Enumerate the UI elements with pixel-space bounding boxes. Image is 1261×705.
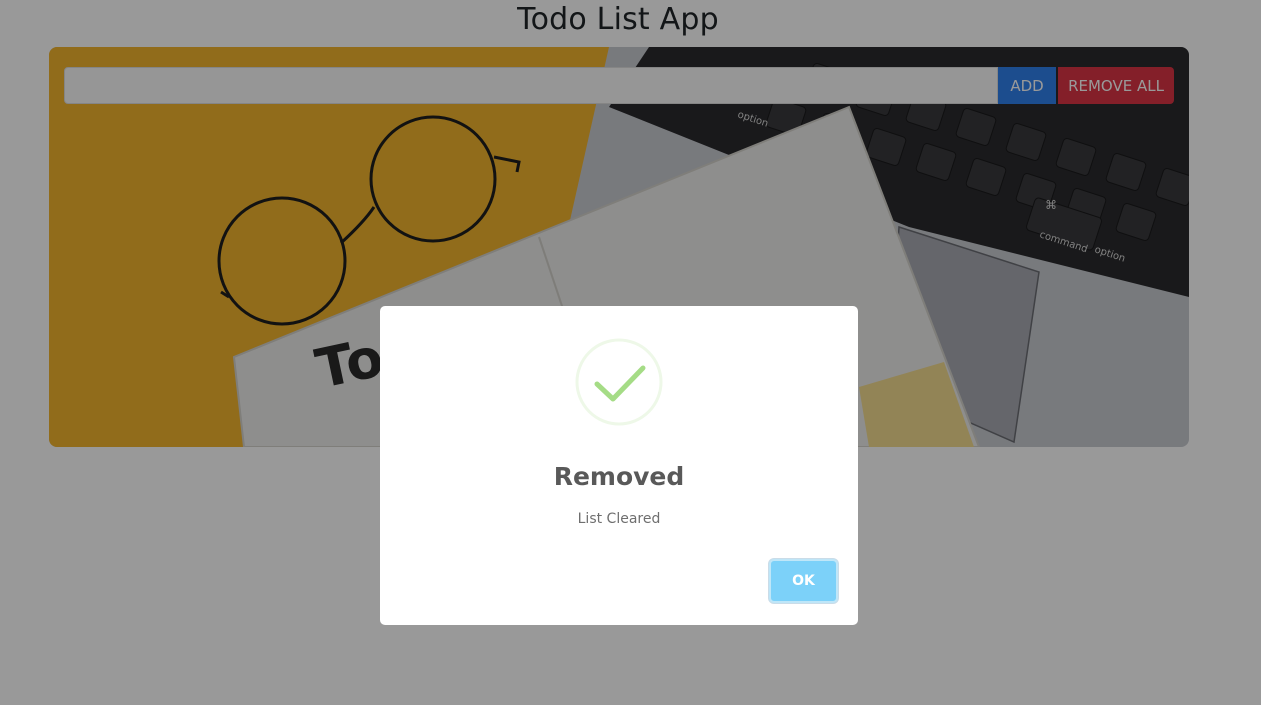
modal-text: List Cleared <box>577 511 661 527</box>
page: Todo List App option command option ⌘ To… <box>0 0 1261 705</box>
alert-modal: Removed List Cleared OK <box>380 306 858 625</box>
ok-button[interactable]: OK <box>769 559 838 603</box>
success-check-icon <box>575 338 663 426</box>
modal-title: Removed <box>553 462 685 491</box>
